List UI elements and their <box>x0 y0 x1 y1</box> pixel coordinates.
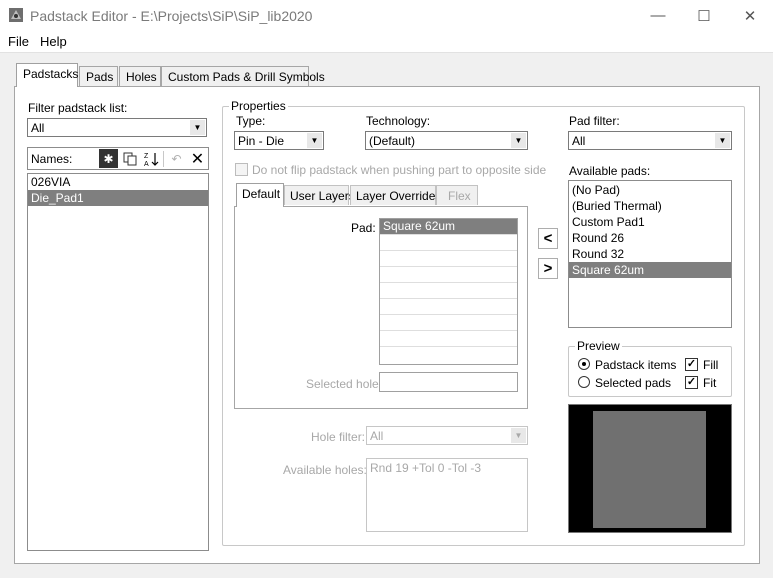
pad-grid-row[interactable] <box>380 235 517 251</box>
padstack-list[interactable]: 026VIA Die_Pad1 <box>27 173 209 551</box>
type-combo[interactable]: Pin - Die ▼ <box>234 131 324 150</box>
pad-item-selected[interactable]: Square 62um <box>569 262 731 278</box>
tab-holes[interactable]: Holes <box>119 66 161 86</box>
window-title: Padstack Editor - E:\Projects\SiP\SiP_li… <box>30 8 313 24</box>
checkmark-icon: ✓ <box>686 376 697 388</box>
chevron-down-icon: ▼ <box>190 120 205 135</box>
selected-hole-label: Selected hole: <box>306 377 383 391</box>
pad-grid-row[interactable] <box>380 299 517 315</box>
toolbar-divider <box>163 151 164 167</box>
padstack-item-selected[interactable]: Die_Pad1 <box>28 190 208 206</box>
available-pads-list[interactable]: (No Pad) (Buried Thermal) Custom Pad1 Ro… <box>568 180 732 328</box>
available-holes-label: Available holes: <box>283 463 367 477</box>
pad-grid[interactable]: Square 62um <box>379 218 518 365</box>
pad-label: Pad: <box>351 221 376 235</box>
chevron-right-icon[interactable]: > <box>538 258 558 279</box>
padstack-items-radio[interactable] <box>578 358 590 370</box>
sort-icon[interactable]: ZA <box>141 149 160 168</box>
svg-text:A: A <box>144 161 149 167</box>
available-pads-label: Available pads: <box>569 164 651 178</box>
pad-grid-row-selected[interactable]: Square 62um <box>380 219 517 235</box>
close-button[interactable]: ✕ <box>727 0 773 31</box>
padstack-items-label: Padstack items <box>595 358 677 372</box>
delete-icon[interactable]: ✕ <box>188 149 207 168</box>
type-label: Type: <box>236 114 266 128</box>
tab-padstacks[interactable]: Padstacks <box>16 63 78 87</box>
chevron-down-icon: ▼ <box>715 133 730 148</box>
tab-pads[interactable]: Pads <box>79 66 118 86</box>
selected-pads-label: Selected pads <box>595 376 672 390</box>
chevron-left-icon[interactable]: < <box>538 228 558 249</box>
pad-filter-label: Pad filter: <box>569 114 620 128</box>
menu-file[interactable]: File <box>8 34 29 49</box>
preview-title: Preview <box>575 339 622 353</box>
subtab-default[interactable]: Default <box>236 183 284 207</box>
padstack-item[interactable]: 026VIA <box>28 174 208 190</box>
pad-grid-row[interactable] <box>380 267 517 283</box>
technology-value: (Default) <box>369 134 416 148</box>
chevron-down-icon: ▼ <box>511 428 526 443</box>
filter-padstack-combo[interactable]: All ▼ <box>27 118 207 137</box>
app-icon <box>9 8 23 22</box>
filter-padstack-value: All <box>31 121 45 135</box>
hole-item[interactable]: Rnd 19 +Tol 0 -Tol -3 <box>367 460 527 476</box>
pad-item[interactable]: Round 26 <box>569 230 731 246</box>
no-flip-label: Do not flip padstack when pushing part t… <box>252 163 547 177</box>
pad-grid-row[interactable] <box>380 315 517 331</box>
fill-checkbox[interactable]: ✓ <box>685 358 698 371</box>
pad-item[interactable]: (No Pad) <box>569 182 731 198</box>
available-holes-list[interactable]: Rnd 19 +Tol 0 -Tol -3 <box>366 458 528 532</box>
selected-pads-radio[interactable] <box>578 376 590 388</box>
pad-grid-row[interactable] <box>380 283 517 299</box>
menu-help[interactable]: Help <box>40 34 67 49</box>
pad-grid-row[interactable] <box>380 251 517 267</box>
checkmark-icon: ✓ <box>686 358 697 370</box>
type-value: Pin - Die <box>238 134 285 148</box>
svg-text:Z: Z <box>144 153 149 160</box>
hole-filter-value: All <box>370 429 384 443</box>
hole-filter-label: Hole filter: <box>311 430 366 444</box>
names-toolbar: Names: ✱ ZA ↶ ✕ <box>27 147 209 170</box>
chevron-down-icon: ▼ <box>307 133 322 148</box>
menu-bar: File Help <box>0 31 773 53</box>
fit-label: Fit <box>703 376 717 390</box>
fit-checkbox[interactable]: ✓ <box>685 376 698 389</box>
pad-item[interactable]: Custom Pad1 <box>569 214 731 230</box>
subtab-layer-overrides[interactable]: Layer Overrides <box>350 185 441 205</box>
pad-grid-row[interactable] <box>380 331 517 347</box>
title-bar: Padstack Editor - E:\Projects\SiP\SiP_li… <box>0 0 773 31</box>
hole-filter-combo[interactable]: All ▼ <box>366 426 528 445</box>
technology-label: Technology: <box>366 114 431 128</box>
tab-custom-pads[interactable]: Custom Pads & Drill Symbols <box>161 66 325 86</box>
chevron-down-icon: ▼ <box>511 133 526 148</box>
selected-hole-field[interactable] <box>379 372 518 392</box>
new-padstack-icon[interactable]: ✱ <box>99 149 118 168</box>
subtab-flex[interactable]: Flex <box>436 185 478 205</box>
filter-padstack-label: Filter padstack list: <box>28 101 128 115</box>
preview-pad-shape <box>593 411 706 528</box>
pad-item[interactable]: (Buried Thermal) <box>569 198 731 214</box>
undo-icon[interactable]: ↶ <box>167 149 186 168</box>
pad-item[interactable]: Round 32 <box>569 246 731 262</box>
copy-icon[interactable] <box>120 149 139 168</box>
technology-combo[interactable]: (Default) ▼ <box>365 131 528 150</box>
names-label: Names: <box>31 152 73 166</box>
fill-label: Fill <box>703 358 719 372</box>
pad-filter-value: All <box>572 134 586 148</box>
pad-filter-combo[interactable]: All ▼ <box>568 131 732 150</box>
properties-title: Properties <box>229 99 288 113</box>
preview-canvas <box>568 404 732 533</box>
maximize-button[interactable]: ☐ <box>681 0 727 31</box>
no-flip-checkbox[interactable] <box>235 163 248 176</box>
subtab-user-layers[interactable]: User Layers <box>284 185 355 205</box>
minimize-button[interactable]: — <box>635 0 681 31</box>
